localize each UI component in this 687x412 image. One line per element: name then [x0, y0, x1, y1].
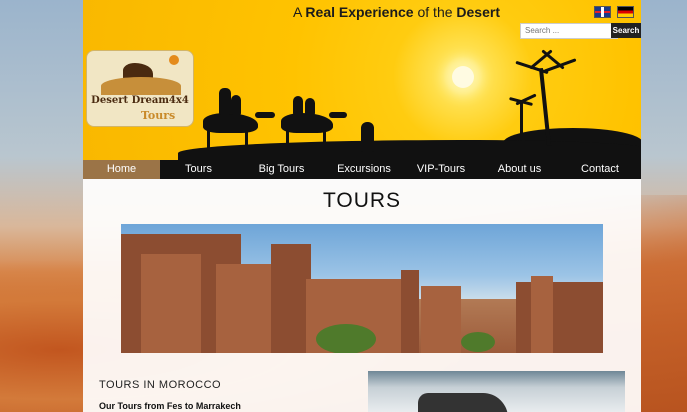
uk-flag-icon[interactable]: [594, 6, 611, 18]
small-palm-silhouette: [520, 100, 523, 140]
palm-trees: [461, 332, 495, 352]
camel-rider-4: [305, 98, 315, 115]
sub-heading[interactable]: Our Tours from Fes to Marrakech: [99, 401, 241, 411]
section-heading: TOURS IN MOROCCO: [99, 379, 222, 391]
kasbah-tower: [531, 276, 553, 353]
logo-text: Desert Dream4x4: [91, 95, 189, 106]
camel-rider-2: [231, 95, 241, 115]
nav-item-vip-tours[interactable]: VIP-Tours: [402, 160, 480, 179]
search-input[interactable]: [520, 23, 618, 39]
camel-leg-2: [245, 130, 248, 152]
page-title: TOURS: [322, 189, 402, 212]
nav-item-big-tours[interactable]: Big Tours: [237, 160, 326, 179]
kasbah-building: [271, 244, 311, 353]
camel-leg-1: [207, 130, 210, 152]
logo-subtext: Tours: [141, 109, 176, 122]
search-button[interactable]: Search: [611, 23, 641, 38]
header-banner: A Real Experience of the Desert Search D…: [83, 0, 641, 160]
kasbah-tower: [401, 270, 419, 353]
vehicle-photo: [368, 371, 625, 412]
nav-item-contact[interactable]: Contact: [559, 160, 641, 179]
nav-item-about-us[interactable]: About us: [480, 160, 559, 179]
logo[interactable]: Desert Dream4x4 Tours: [86, 50, 194, 127]
sun-icon: [452, 66, 474, 88]
kasbah-building: [421, 286, 461, 353]
main-navigation: Home Tours Big Tours Excursions VIP-Tour…: [83, 160, 641, 179]
nav-item-home[interactable]: Home: [83, 160, 160, 179]
camel-neck-2: [329, 112, 347, 118]
logo-dune: [101, 77, 181, 95]
logo-sun-icon: [169, 55, 179, 65]
kasbah-building: [516, 282, 603, 353]
nav-item-tours[interactable]: Tours: [160, 160, 237, 179]
kasbah-banner-image: [121, 224, 603, 353]
camel-leg-3: [286, 130, 289, 152]
palm-trees: [316, 324, 376, 353]
camel-leg-4: [323, 130, 326, 152]
camel-rider-3: [293, 96, 303, 115]
guide-silhouette: [361, 122, 374, 152]
germany-flag-icon[interactable]: [617, 6, 634, 18]
camel-rider-1: [219, 88, 231, 115]
car-icon: [418, 393, 508, 412]
site-container: A Real Experience of the Desert Search D…: [83, 0, 641, 412]
kasbah-building: [141, 254, 201, 353]
camel-silhouette-1: [203, 113, 258, 133]
camel-neck-1: [255, 112, 275, 118]
nav-item-excursions[interactable]: Excursions: [326, 160, 402, 179]
tagline: A Real Experience of the Desert: [292, 4, 500, 20]
